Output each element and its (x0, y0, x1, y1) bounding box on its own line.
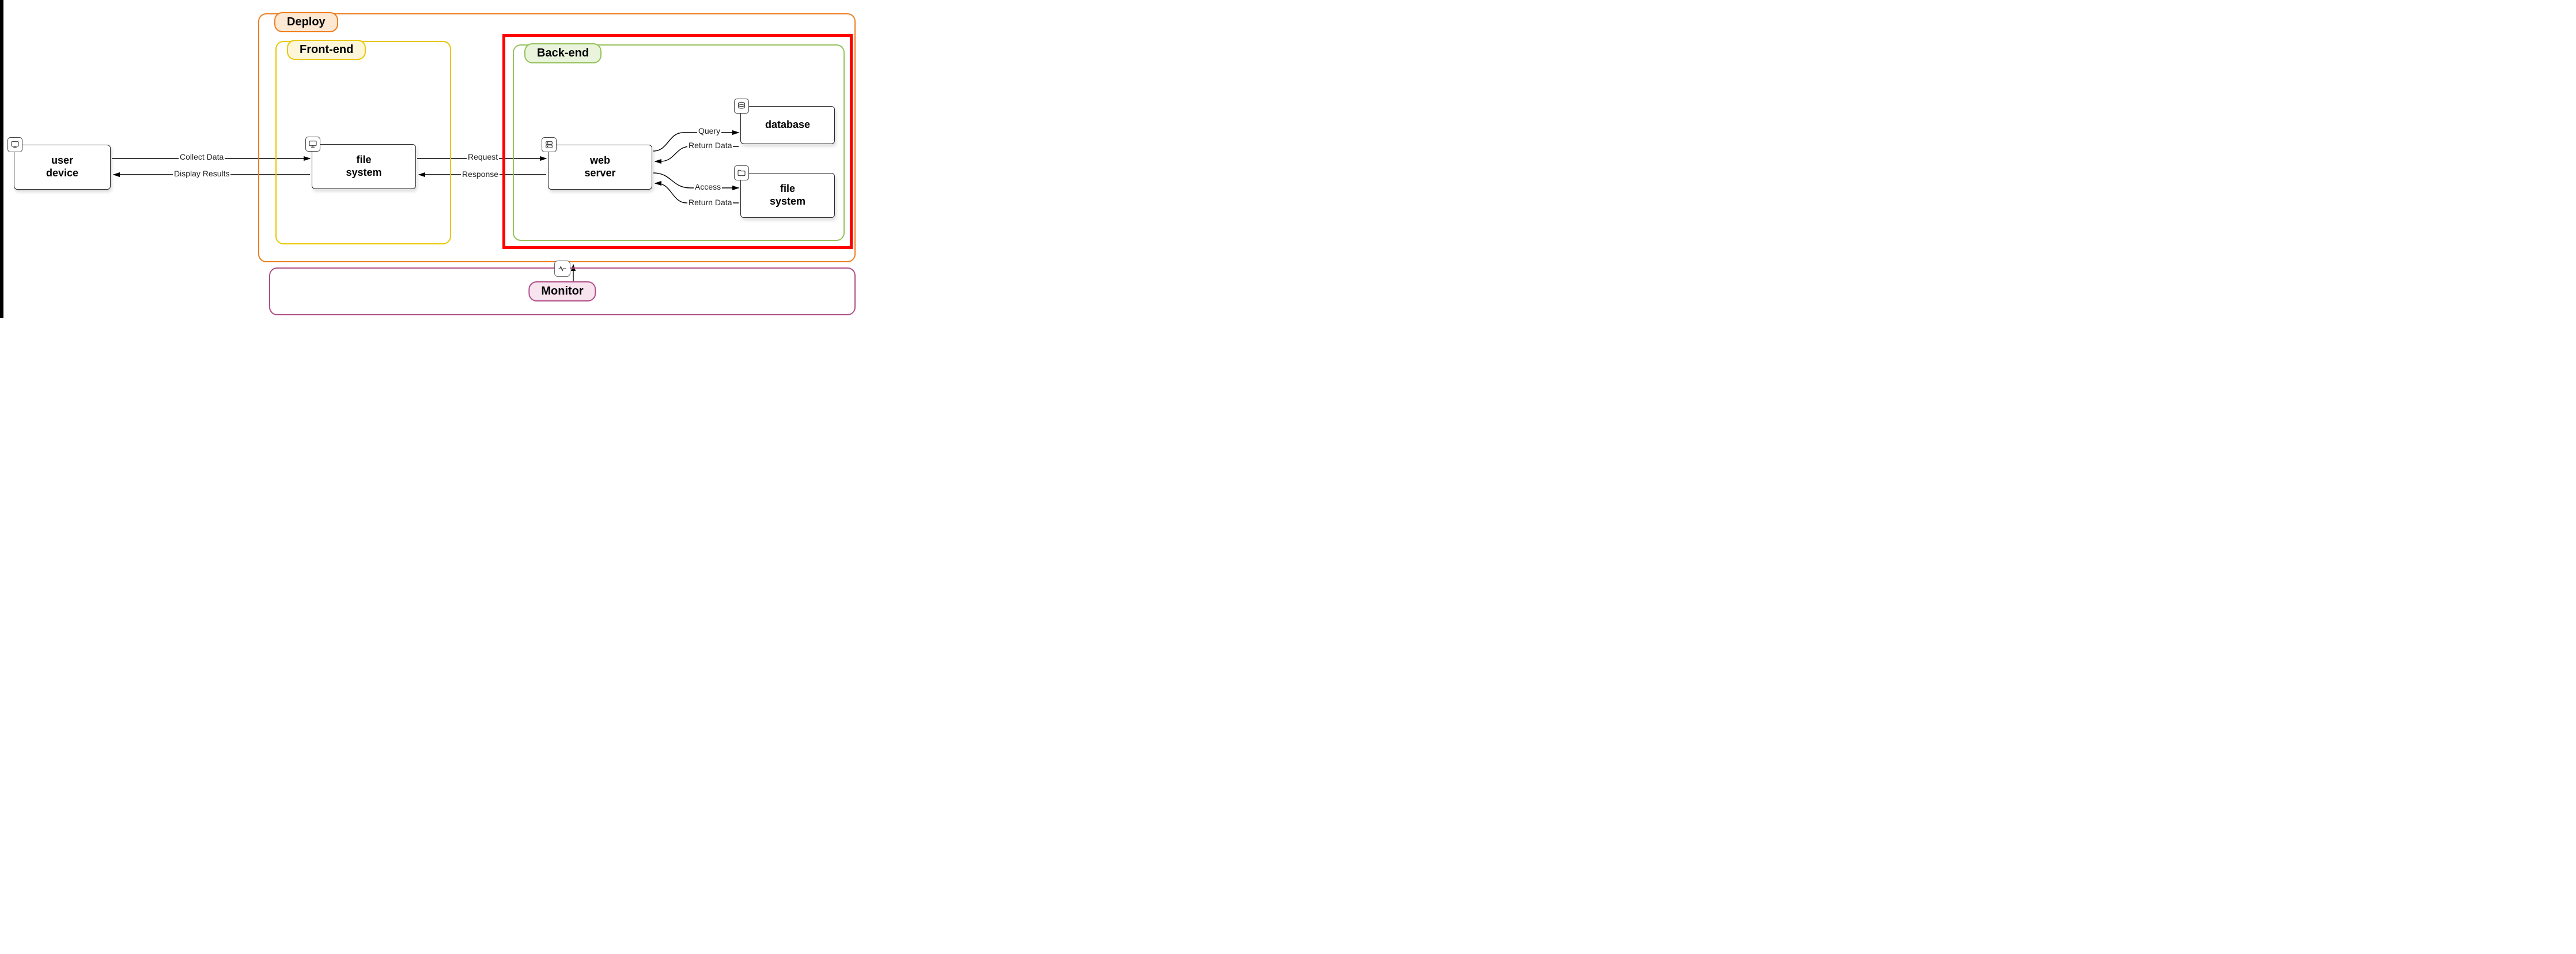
node-file-system: file system (312, 144, 416, 189)
left-margin-bar (0, 0, 3, 318)
monitor-icon (7, 137, 22, 152)
node-label: web (590, 154, 610, 166)
edge-label-access: Access (694, 182, 722, 191)
node-label: file (780, 183, 795, 194)
monitor-icon (305, 137, 320, 152)
architecture-diagram: Deploy Front-end Back-end Monitor user d… (0, 0, 858, 318)
node-web-server: web server (548, 145, 652, 190)
edge-label-collect-data: Collect Data (179, 152, 225, 161)
node-label: system (346, 167, 381, 178)
node-user-device: user device (14, 145, 111, 190)
node-label: system (770, 195, 805, 207)
node-file-system-2: file system (740, 173, 835, 218)
group-monitor-label: Monitor (528, 281, 596, 301)
folder-icon (734, 165, 749, 180)
group-frontend: Front-end (275, 41, 451, 244)
edge-label-query: Query (697, 126, 721, 135)
edge-label-return-data-fs: Return Data (687, 198, 733, 207)
edge-label-response: Response (461, 169, 500, 179)
group-deploy-label: Deploy (274, 12, 338, 32)
node-label: device (46, 167, 78, 179)
node-label: database (765, 119, 810, 130)
node-label: user (51, 154, 73, 166)
node-label: server (584, 167, 615, 179)
edge-label-display-results: Display Results (173, 169, 230, 178)
node-database: database (740, 106, 835, 144)
server-icon (542, 137, 557, 152)
database-icon (734, 99, 749, 114)
group-frontend-label: Front-end (287, 40, 366, 60)
pulse-icon (554, 261, 570, 277)
edge-label-return-data-db: Return Data (687, 141, 733, 150)
group-monitor: Monitor (269, 267, 856, 315)
edge-label-request: Request (467, 152, 499, 161)
node-label: file (356, 154, 371, 165)
group-backend-label: Back-end (524, 43, 602, 63)
